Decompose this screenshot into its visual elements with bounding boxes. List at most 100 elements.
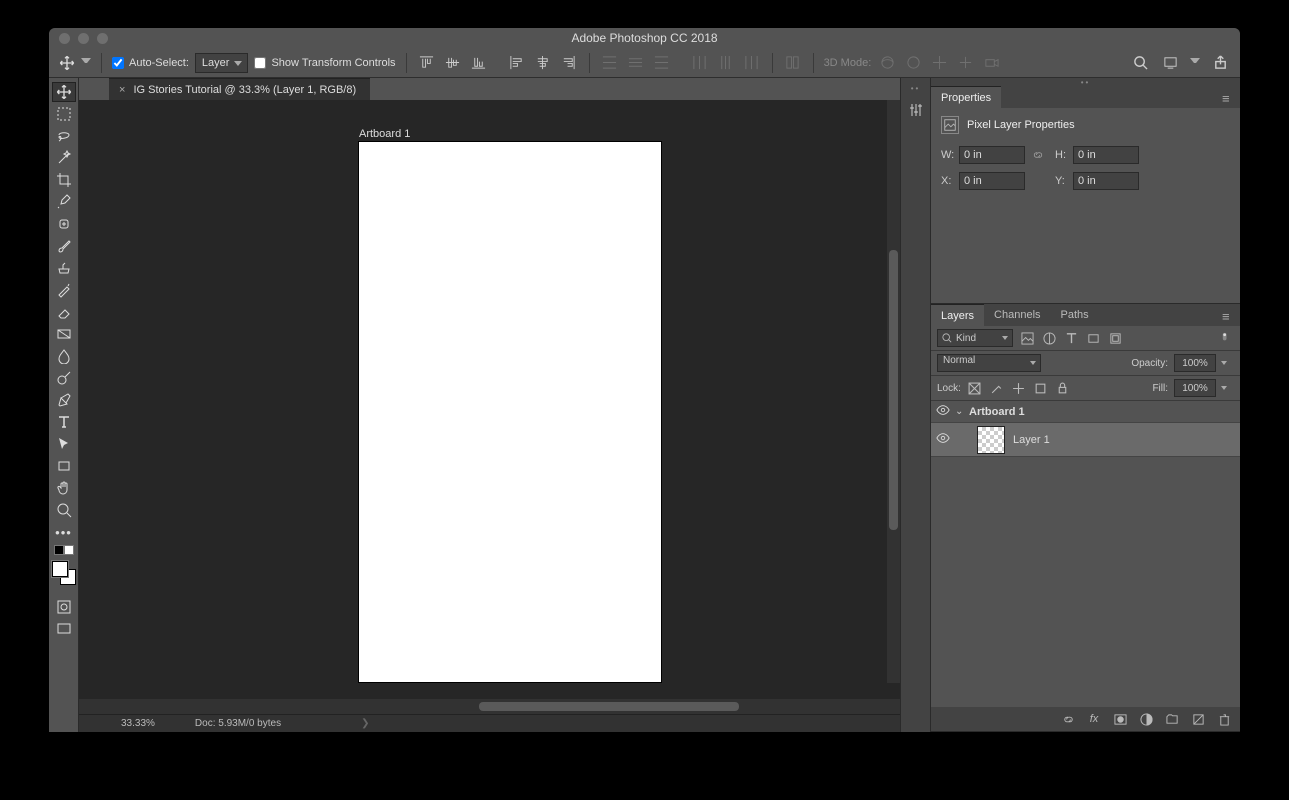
- zoom-level[interactable]: 33.33%: [121, 718, 155, 729]
- pen-tool[interactable]: [52, 390, 76, 410]
- filter-smart-icon[interactable]: [1107, 330, 1123, 346]
- visibility-toggle-icon[interactable]: [931, 403, 955, 420]
- 3d-slide-icon[interactable]: [955, 53, 975, 73]
- marquee-tool[interactable]: [52, 104, 76, 124]
- filter-adjustment-icon[interactable]: [1041, 330, 1057, 346]
- distribute-hcenter-icon[interactable]: [716, 53, 736, 73]
- paths-tab[interactable]: Paths: [1051, 304, 1099, 326]
- type-tool[interactable]: [52, 412, 76, 432]
- history-brush-tool[interactable]: [52, 280, 76, 300]
- prop-y-input[interactable]: [1073, 172, 1139, 190]
- layer-mask-icon[interactable]: [1112, 711, 1128, 727]
- auto-select-checkbox[interactable]: Auto-Select:: [112, 57, 189, 69]
- filter-toggle-icon[interactable]: [1218, 330, 1234, 346]
- healing-brush-tool[interactable]: [52, 214, 76, 234]
- prop-h-input[interactable]: [1073, 146, 1139, 164]
- properties-tab[interactable]: Properties: [931, 86, 1001, 108]
- screen-mode-menu[interactable]: [1190, 58, 1200, 68]
- hand-tool[interactable]: [52, 478, 76, 498]
- distribute-vcenter-icon[interactable]: [626, 53, 646, 73]
- gradient-tool[interactable]: [52, 324, 76, 344]
- distribute-left-icon[interactable]: [690, 53, 710, 73]
- quick-mask-tool[interactable]: [52, 597, 76, 617]
- visibility-toggle-icon[interactable]: [931, 431, 955, 448]
- layer-name[interactable]: Layer 1: [1013, 434, 1050, 446]
- filter-shape-icon[interactable]: [1085, 330, 1101, 346]
- 3d-camera-icon[interactable]: [981, 53, 1001, 73]
- expand-toggle-icon[interactable]: ⌄: [955, 406, 969, 417]
- align-top-icon[interactable]: [417, 53, 437, 73]
- magic-wand-tool[interactable]: [52, 148, 76, 168]
- link-wh-icon[interactable]: [1029, 146, 1047, 164]
- properties-panel-menu-icon[interactable]: [1222, 91, 1236, 103]
- channels-tab[interactable]: Channels: [984, 304, 1050, 326]
- artboard[interactable]: [359, 142, 661, 682]
- new-layer-icon[interactable]: [1190, 711, 1206, 727]
- zoom-tool[interactable]: [52, 500, 76, 520]
- color-swatches[interactable]: [52, 561, 76, 585]
- 3d-orbit-icon[interactable]: [877, 53, 897, 73]
- align-left-icon[interactable]: [507, 53, 527, 73]
- prop-x-input[interactable]: [959, 172, 1025, 190]
- align-right-icon[interactable]: [559, 53, 579, 73]
- dodge-tool[interactable]: [52, 368, 76, 388]
- align-bottom-icon[interactable]: [469, 53, 489, 73]
- vertical-scroll-thumb[interactable]: [889, 250, 898, 530]
- doc-info[interactable]: Doc: 5.93M/0 bytes: [195, 718, 281, 729]
- 3d-pan-icon[interactable]: [929, 53, 949, 73]
- share-icon[interactable]: [1210, 53, 1230, 73]
- filter-kind-select[interactable]: Kind: [937, 329, 1013, 347]
- filter-pixel-icon[interactable]: [1019, 330, 1035, 346]
- path-select-tool[interactable]: [52, 434, 76, 454]
- lock-position-icon[interactable]: [1011, 380, 1027, 396]
- blend-mode-select[interactable]: Normal: [937, 354, 1041, 372]
- close-tab-icon[interactable]: ×: [119, 84, 125, 96]
- link-layers-icon[interactable]: [1060, 711, 1076, 727]
- layers-panel-menu-icon[interactable]: [1222, 309, 1236, 321]
- layer-thumbnail[interactable]: [977, 426, 1005, 454]
- lasso-tool[interactable]: [52, 126, 76, 146]
- status-menu-chevron-icon[interactable]: ❯: [361, 718, 369, 729]
- tool-preset-menu[interactable]: [81, 58, 91, 68]
- fill-input[interactable]: 100%: [1174, 379, 1216, 397]
- delete-layer-icon[interactable]: [1216, 711, 1232, 727]
- panel-grip-icon[interactable]: ••: [911, 84, 921, 93]
- auto-select-target-select[interactable]: Layer: [195, 53, 249, 73]
- 3d-roll-icon[interactable]: [903, 53, 923, 73]
- horizontal-scrollbar[interactable]: [79, 699, 900, 714]
- clone-stamp-tool[interactable]: [52, 258, 76, 278]
- vertical-scrollbar[interactable]: [887, 100, 900, 683]
- filter-type-icon[interactable]: [1063, 330, 1079, 346]
- eraser-tool[interactable]: [52, 302, 76, 322]
- align-hcenter-icon[interactable]: [533, 53, 553, 73]
- artboard-row[interactable]: ⌄ Artboard 1: [931, 401, 1240, 423]
- rectangle-tool[interactable]: [52, 456, 76, 476]
- horizontal-scroll-thumb[interactable]: [479, 702, 739, 711]
- document-tab[interactable]: × IG Stories Tutorial @ 33.3% (Layer 1, …: [109, 78, 370, 100]
- opacity-input[interactable]: 100%: [1174, 354, 1216, 372]
- lock-transparency-icon[interactable]: [967, 380, 983, 396]
- lock-artboard-icon[interactable]: [1033, 380, 1049, 396]
- align-vcenter-icon[interactable]: [443, 53, 463, 73]
- eyedropper-tool[interactable]: [52, 192, 76, 212]
- search-icon[interactable]: [1130, 53, 1150, 73]
- distribute-bottom-icon[interactable]: [652, 53, 672, 73]
- lock-image-icon[interactable]: [989, 380, 1005, 396]
- lock-all-icon[interactable]: [1055, 380, 1071, 396]
- distribute-right-icon[interactable]: [742, 53, 762, 73]
- move-tool[interactable]: [52, 82, 76, 102]
- prop-w-input[interactable]: [959, 146, 1025, 164]
- default-colors-icon[interactable]: [54, 545, 74, 555]
- layers-tab[interactable]: Layers: [931, 304, 984, 326]
- group-layers-icon[interactable]: [1164, 711, 1180, 727]
- canvas[interactable]: Artboard 1: [79, 100, 900, 699]
- show-transform-controls-checkbox[interactable]: Show Transform Controls: [254, 57, 395, 69]
- layer-row[interactable]: Layer 1: [931, 423, 1240, 457]
- brush-tool[interactable]: [52, 236, 76, 256]
- blur-tool[interactable]: [52, 346, 76, 366]
- panel-collapse-grip[interactable]: ••: [931, 78, 1240, 86]
- distribute-top-icon[interactable]: [600, 53, 620, 73]
- foreground-color-swatch[interactable]: [52, 561, 68, 577]
- adjustment-layer-icon[interactable]: [1138, 711, 1154, 727]
- crop-tool[interactable]: [52, 170, 76, 190]
